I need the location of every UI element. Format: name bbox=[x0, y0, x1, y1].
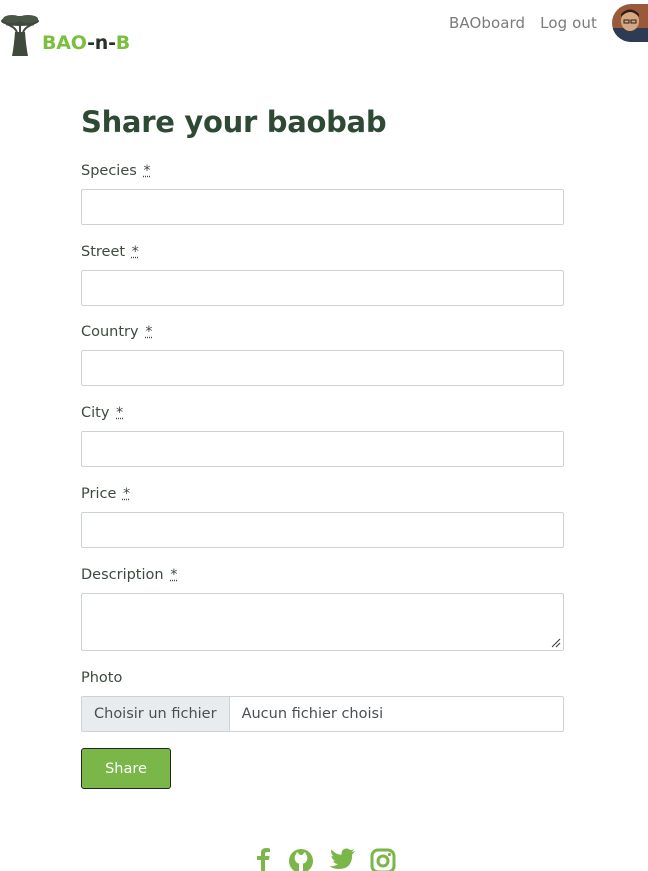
twitter-icon[interactable] bbox=[328, 848, 356, 871]
country-input[interactable] bbox=[81, 350, 564, 386]
country-group: Country * bbox=[81, 322, 564, 386]
required-marker: * bbox=[116, 405, 124, 421]
facebook-icon[interactable] bbox=[252, 848, 274, 871]
city-group: City * bbox=[81, 403, 564, 467]
github-icon[interactable] bbox=[288, 848, 314, 871]
description-textarea[interactable] bbox=[81, 593, 564, 651]
country-label: Country * bbox=[81, 324, 153, 340]
brand-logo[interactable]: BAO-n-B bbox=[0, 12, 130, 58]
price-input[interactable] bbox=[81, 512, 564, 548]
page-title: Share your baobab bbox=[81, 105, 387, 139]
file-status: Aucun fichier choisi bbox=[241, 706, 384, 722]
street-input[interactable] bbox=[81, 270, 564, 306]
required-marker: * bbox=[143, 163, 151, 179]
baobab-tree-icon bbox=[1, 15, 39, 56]
street-group: Street * bbox=[81, 242, 564, 306]
navbar: BAO-n-B BAOboard Log out bbox=[0, 0, 648, 60]
city-label: City * bbox=[81, 405, 124, 421]
nav-link-baoboard[interactable]: BAOboard bbox=[449, 14, 525, 32]
species-group: Species * bbox=[81, 161, 564, 225]
photo-group: Photo Choisir un fichier Aucun fichier c… bbox=[81, 668, 564, 732]
nav-links: BAOboard Log out bbox=[449, 4, 648, 42]
species-label: Species * bbox=[81, 163, 151, 179]
share-button[interactable]: Share bbox=[81, 748, 171, 789]
description-group: Description * bbox=[81, 565, 564, 651]
share-form-container: Share your baobab Species * Street * Cou… bbox=[81, 100, 564, 789]
required-marker: * bbox=[131, 244, 139, 260]
instagram-icon[interactable] bbox=[370, 848, 396, 871]
city-input[interactable] bbox=[81, 431, 564, 467]
description-label: Description * bbox=[81, 567, 178, 583]
choose-file-button[interactable]: Choisir un fichier bbox=[82, 697, 230, 731]
resize-grip-icon[interactable] bbox=[551, 638, 561, 648]
required-marker: * bbox=[145, 324, 153, 340]
required-marker: * bbox=[170, 567, 178, 583]
price-group: Price * bbox=[81, 484, 564, 548]
price-label: Price * bbox=[81, 486, 131, 502]
nav-link-logout[interactable]: Log out bbox=[540, 14, 597, 32]
social-links bbox=[0, 848, 648, 871]
photo-label: Photo bbox=[81, 670, 123, 686]
species-input[interactable] bbox=[81, 189, 564, 225]
street-label: Street * bbox=[81, 244, 139, 260]
user-avatar[interactable] bbox=[612, 4, 648, 42]
required-marker: * bbox=[122, 486, 131, 502]
photo-file-input[interactable]: Choisir un fichier Aucun fichier choisi bbox=[81, 696, 564, 732]
brand-name: BAO-n-B bbox=[42, 32, 131, 54]
